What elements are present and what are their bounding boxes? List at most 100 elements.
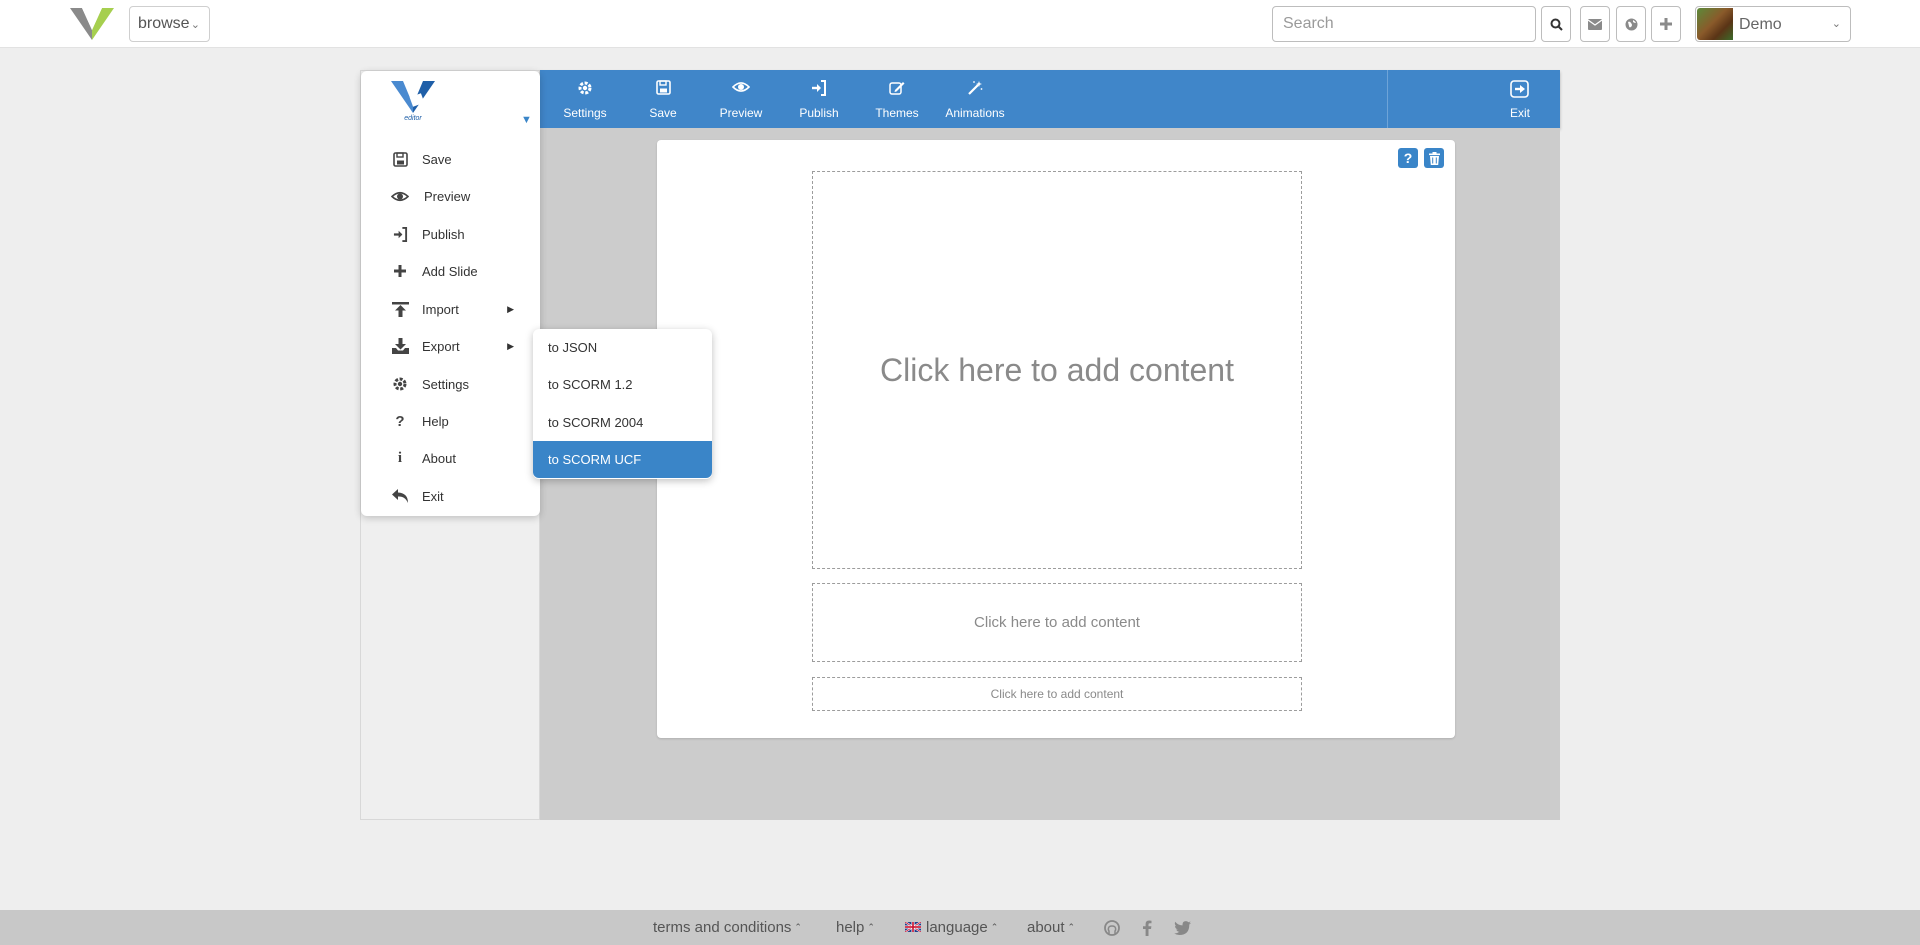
export-to-scorm-ucf[interactable]: to SCORM UCF [533,441,712,478]
menu-item-publish[interactable]: Publish [361,219,540,249]
toolbar-label: Save [649,106,677,120]
toolbar-label: Preview [719,106,763,120]
menu-item-label: Publish [422,226,465,242]
toolbar-settings-button[interactable]: Settings [550,80,620,120]
chevron-down-icon: ⌄ [190,19,200,31]
github-icon [1104,920,1120,936]
floppy-icon [392,151,408,167]
trash-icon [1428,151,1440,165]
magic-wand-icon [968,81,983,95]
browse-label: browse [138,15,190,32]
caret-down-icon[interactable]: ▼ [521,114,532,126]
browse-dropdown[interactable]: browse ⌄ [129,6,210,42]
sign-out-icon [1510,80,1529,98]
chevron-up-icon: ⌃ [1067,922,1076,932]
toolbar-publish-button[interactable]: Publish [784,80,854,120]
menu-item-preview[interactable]: Preview [361,181,540,211]
chevron-down-icon: ⌄ [1831,18,1841,30]
toolbar-label: Animations [945,106,1005,120]
content-zone-footer[interactable]: Click here to add content [812,677,1302,711]
eye-icon [731,82,751,92]
floppy-icon [655,80,671,95]
menu-item-label: Add Slide [422,263,478,279]
footer-about-link[interactable]: about ⌃ [1027,919,1075,936]
menu-item-save[interactable]: Save [361,144,540,174]
menu-item-help[interactable]: ? Help [361,406,540,436]
plus-icon [394,265,406,277]
gear-icon [393,377,407,391]
facebook-link[interactable] [1138,919,1156,937]
search-icon [1550,18,1563,31]
sign-in-icon [812,80,826,96]
export-to-scorm-12[interactable]: to SCORM 1.2 [533,366,712,403]
content-zone-secondary[interactable]: Click here to add content [812,583,1302,662]
sign-in-icon [393,226,407,242]
slide[interactable]: ? Click here to add content Click here t… [657,140,1455,738]
footer: terms and conditions ⌃ help ⌃ language ⌃ ab… [0,910,1920,945]
slide-delete-button[interactable] [1424,148,1444,168]
add-button[interactable] [1651,6,1681,42]
toolbar-exit-button[interactable]: Exit [1485,80,1555,120]
search-button[interactable] [1541,6,1571,42]
globe-button[interactable] [1616,6,1646,42]
facebook-icon [1143,920,1152,936]
menu-item-about[interactable]: i About [361,443,540,473]
twitter-icon [1173,921,1191,935]
user-name: Demo [1739,16,1782,33]
chevron-up-icon: ⌃ [867,922,875,932]
twitter-link[interactable] [1173,919,1191,937]
toolbar-themes-button[interactable]: Themes [862,80,932,120]
menu-item-import[interactable]: Import ▶ [361,294,540,324]
toolbar-save-button[interactable]: Save [628,80,698,120]
menu-item-label: About [422,450,456,466]
menu-item-label: Import [422,301,459,317]
reply-icon [391,489,408,503]
question-icon: ? [395,412,405,430]
menu-item-label: Help [422,413,449,429]
editor-logo-text: editor [404,115,422,121]
top-navbar: browse ⌄ Demo ⌄ [0,0,1920,48]
eye-icon [391,191,409,201]
gear-icon [578,81,592,95]
site-logo[interactable] [70,8,114,40]
toolbar-label: Themes [875,106,919,120]
footer-language-link[interactable]: language ⌃ [905,919,998,936]
editor-logo[interactable]: editor [391,81,435,121]
export-to-json[interactable]: to JSON [533,329,712,366]
menu-item-label: Exit [422,488,444,504]
menu-item-label: Export [422,338,460,354]
footer-help-label: help [836,919,865,936]
export-submenu: to JSON to SCORM 1.2 to SCORM 2004 to SC… [533,329,712,479]
footer-language-label: language [926,919,988,936]
plus-icon [1660,18,1672,30]
toolbar-label: Settings [563,106,607,120]
menu-item-add-slide[interactable]: Add Slide [361,256,540,286]
envelope-icon [1588,18,1602,30]
search-input[interactable] [1272,6,1536,42]
toolbar-preview-button[interactable]: Preview [706,80,776,120]
footer-terms-link[interactable]: terms and conditions ⌃ [653,919,802,936]
footer-help-link[interactable]: help ⌃ [836,919,875,936]
toolbar-exit-label: Exit [1509,106,1530,120]
menu-item-exit[interactable]: Exit [361,481,540,511]
chevron-up-icon: ⌃ [794,922,802,932]
caret-right-icon: ▶ [507,341,514,351]
chevron-up-icon: ⌃ [990,922,999,932]
upload-icon [391,301,409,317]
export-to-scorm-2004[interactable]: to SCORM 2004 [533,404,712,441]
edit-icon [889,82,905,95]
menu-item-label: Preview [424,188,471,204]
footer-about-label: about [1027,919,1065,936]
menu-item-settings[interactable]: Settings [361,369,540,399]
toolbar-animations-button[interactable]: Animations [940,80,1010,120]
user-menu[interactable]: Demo ⌄ [1695,6,1851,42]
menu-item-export[interactable]: Export ▶ [361,331,540,361]
question-icon: ? [1403,150,1413,166]
content-zone-main[interactable]: Click here to add content [812,171,1302,569]
globe-icon [1625,18,1637,30]
messages-button[interactable] [1580,6,1610,42]
slide-help-button[interactable]: ? [1398,148,1418,168]
editor-menu: editor ▼ Save Preview Publish Add Slide … [361,71,540,516]
caret-right-icon: ▶ [507,304,514,314]
github-link[interactable] [1103,919,1121,937]
